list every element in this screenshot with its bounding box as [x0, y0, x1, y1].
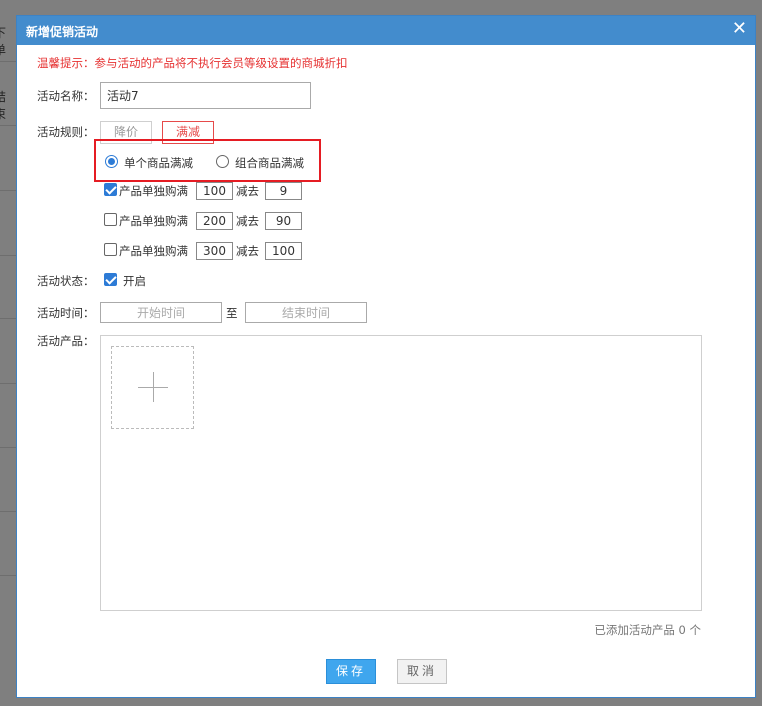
status-enable-label: 开启	[123, 274, 146, 288]
activity-name-label: 活动名称：	[37, 89, 95, 103]
background-divider	[0, 255, 16, 256]
activity-status-label: 活动状态：	[37, 274, 95, 288]
tier-1-checkbox[interactable]	[104, 183, 117, 196]
background-text-mid: 结束	[0, 88, 6, 122]
activity-rule-label: 活动规则：	[37, 125, 95, 139]
background-divider	[0, 383, 16, 384]
tier-2-label: 产品单独购满	[119, 214, 188, 228]
background-divider	[0, 575, 16, 576]
dialog-titlebar: 新增促销活动 ✕	[17, 16, 755, 45]
close-icon[interactable]: ✕	[732, 19, 747, 39]
radio-single-product[interactable]	[105, 155, 118, 168]
activity-time-label: 活动时间：	[37, 306, 95, 320]
warm-tip: 温馨提示：参与活动的产品将不执行会员等级设置的商城折扣	[37, 56, 348, 70]
product-count-text: 已添加活动产品 0 个	[594, 623, 701, 637]
radio-combined-product[interactable]	[216, 155, 229, 168]
background-divider	[0, 190, 16, 191]
status-enable-checkbox[interactable]	[104, 273, 117, 286]
tier-1-discount-input[interactable]: 9	[265, 182, 302, 200]
background-divider	[0, 61, 16, 62]
promotion-dialog: 新增促销活动 ✕ 温馨提示：参与活动的产品将不执行会员等级设置的商城折扣 活动名…	[16, 15, 756, 698]
product-area	[100, 335, 702, 611]
cancel-button[interactable]: 取消	[397, 659, 447, 684]
start-time-input[interactable]	[100, 302, 222, 323]
tier-3-minus-label: 减去	[236, 244, 259, 258]
plus-icon[interactable]	[111, 346, 194, 429]
background-divider	[0, 318, 16, 319]
tier-1-minus-label: 减去	[236, 184, 259, 198]
tier-2-checkbox[interactable]	[104, 213, 117, 226]
radio-single-product-label: 单个商品满减	[124, 156, 193, 170]
background-divider	[0, 511, 16, 512]
radio-combined-product-label: 组合商品满减	[235, 156, 304, 170]
background-text-top: 下单	[0, 24, 6, 58]
activity-name-input[interactable]	[100, 82, 311, 109]
tier-2-discount-input[interactable]: 90	[265, 212, 302, 230]
activity-product-label: 活动产品：	[37, 334, 95, 348]
tier-3-label: 产品单独购满	[119, 244, 188, 258]
background-divider	[0, 125, 16, 126]
tier-2-threshold-input[interactable]: 200	[196, 212, 233, 230]
background-divider	[0, 447, 16, 448]
tier-3-discount-input[interactable]: 100	[265, 242, 302, 260]
time-range-separator: 至	[226, 306, 238, 320]
tier-3-threshold-input[interactable]: 300	[196, 242, 233, 260]
tier-1-threshold-input[interactable]: 100	[196, 182, 233, 200]
tier-3-checkbox[interactable]	[104, 243, 117, 256]
tier-1-label: 产品单独购满	[119, 184, 188, 198]
dialog-title: 新增促销活动	[26, 25, 99, 39]
end-time-input[interactable]	[245, 302, 367, 323]
save-button[interactable]: 保存	[326, 659, 376, 684]
tier-2-minus-label: 减去	[236, 214, 259, 228]
